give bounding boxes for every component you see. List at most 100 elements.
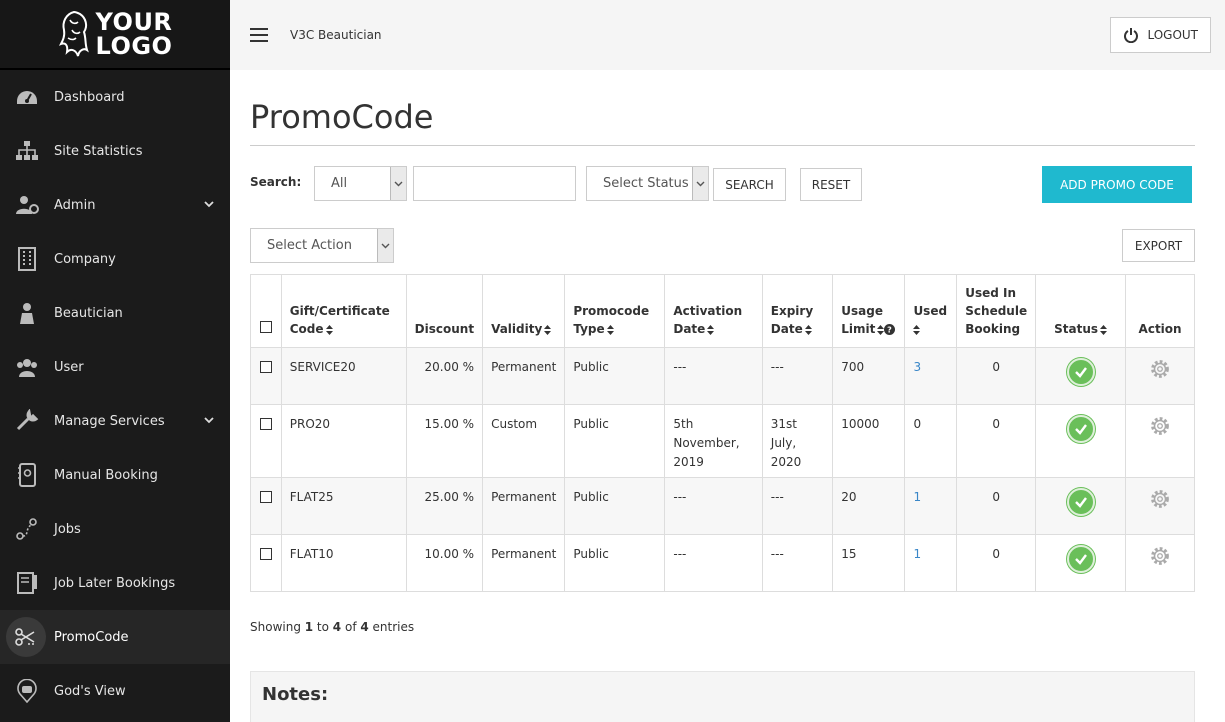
- bulk-action-select[interactable]: Select Action: [250, 228, 394, 263]
- sidebar-item-label: Dashboard: [54, 89, 125, 105]
- table-row: FLAT25 25.00 % Permanent Public --- --- …: [250, 477, 1195, 535]
- col-header-type[interactable]: Promocode Type: [564, 274, 666, 348]
- logo-line-1: YOUR: [95, 8, 173, 36]
- row-checkbox[interactable]: [259, 491, 272, 503]
- search-label: Search:: [250, 175, 302, 189]
- sidebar-item-company[interactable]: Company: [0, 232, 230, 286]
- promocode-icon: [6, 617, 46, 657]
- cell-usage-limit: 20: [832, 477, 906, 535]
- sort-icon: [606, 324, 614, 335]
- cell-type: Public: [564, 347, 666, 405]
- sidebar-item-label: Job Later Bookings: [54, 575, 176, 591]
- col-header-used[interactable]: Used: [904, 274, 958, 348]
- reset-button[interactable]: RESET: [800, 168, 862, 201]
- row-checkbox[interactable]: [259, 418, 272, 430]
- promocode-table: Gift/Certificate Code Discount Validity P…: [250, 274, 1195, 592]
- status-select[interactable]: Select Status: [586, 166, 709, 201]
- cell-used: 0: [904, 404, 958, 478]
- sidebar-item-admin[interactable]: Admin: [0, 178, 230, 232]
- cell-validity: Permanent: [482, 477, 566, 535]
- gear-icon[interactable]: [1149, 358, 1171, 380]
- sidebar-item-job-later-bookings[interactable]: Job Later Bookings: [0, 556, 230, 610]
- search-button[interactable]: SEARCH: [713, 168, 786, 201]
- notebook-icon: [14, 570, 40, 596]
- sidebar-item-user[interactable]: User: [0, 340, 230, 394]
- chevron-down-icon: [377, 229, 393, 262]
- logo-line-2: LOGO: [95, 32, 173, 60]
- status-active-icon[interactable]: [1066, 415, 1095, 443]
- export-button[interactable]: EXPORT: [1122, 229, 1195, 262]
- logout-label: LOGOUT: [1147, 28, 1198, 42]
- notes-title: Notes:: [262, 684, 329, 705]
- table-header-row: Gift/Certificate Code Discount Validity P…: [250, 274, 1195, 348]
- cell-code: SERVICE20: [280, 347, 407, 405]
- search-scope-select[interactable]: All: [314, 166, 407, 201]
- sidebar-item-promocode[interactable]: PromoCode: [0, 610, 230, 664]
- menu-toggle-icon[interactable]: [250, 28, 268, 42]
- sidebar-item-site-statistics[interactable]: Site Statistics: [0, 124, 230, 178]
- sidebar-item-beautician[interactable]: Beautician: [0, 286, 230, 340]
- gear-icon[interactable]: [1149, 415, 1171, 437]
- svg-text:?: ?: [888, 326, 893, 335]
- sidebar-item-dashboard[interactable]: Dashboard: [0, 70, 230, 124]
- status-active-icon[interactable]: [1066, 488, 1095, 516]
- cell-schedule: 0: [956, 534, 1037, 592]
- cell-code: FLAT10: [280, 534, 407, 592]
- cell-type: Public: [564, 404, 666, 478]
- sidebar-item-manual-booking[interactable]: Manual Booking: [0, 448, 230, 502]
- cell-used-link[interactable]: 3: [904, 347, 958, 405]
- cell-activation: ---: [664, 534, 763, 592]
- cell-code: FLAT25: [280, 477, 407, 535]
- cell-used-link[interactable]: 1: [904, 534, 958, 592]
- add-promo-code-button[interactable]: ADD PROMO CODE: [1042, 166, 1192, 203]
- cell-code: PRO20: [280, 404, 407, 478]
- select-all-checkbox[interactable]: [259, 321, 272, 333]
- chevron-down-icon: [390, 167, 406, 200]
- status-active-icon[interactable]: [1066, 358, 1095, 386]
- sort-icon: [877, 324, 885, 335]
- logout-button[interactable]: LOGOUT: [1110, 17, 1211, 53]
- search-input[interactable]: [413, 166, 576, 201]
- sidebar-nav: Dashboard Site Statistics Admin Company …: [0, 70, 230, 718]
- row-checkbox[interactable]: [259, 361, 272, 373]
- users-icon: [14, 354, 40, 380]
- sidebar-item-label: Manage Services: [54, 413, 165, 429]
- sidebar-item-manage-services[interactable]: Manage Services: [0, 394, 230, 448]
- status-active-icon[interactable]: [1066, 545, 1095, 573]
- gear-icon[interactable]: [1149, 545, 1171, 567]
- cell-activation: ---: [664, 347, 763, 405]
- main-content: PromoCode Search: All Select Status SEAR…: [250, 70, 1195, 722]
- col-header-code[interactable]: Gift/Certificate Code: [280, 274, 407, 348]
- bulk-action-value: Select Action: [267, 238, 352, 253]
- building-icon: [14, 246, 40, 272]
- cell-schedule: 0: [956, 477, 1037, 535]
- sidebar-item-jobs[interactable]: Jobs: [0, 502, 230, 556]
- chevron-down-icon: [204, 417, 214, 424]
- col-header-status[interactable]: Status: [1035, 274, 1127, 348]
- cell-activation: 5th November, 2019: [664, 404, 763, 478]
- cell-used-link[interactable]: 1: [904, 477, 958, 535]
- logo[interactable]: YOUR LOGO: [0, 0, 230, 70]
- col-header-usage-limit[interactable]: Usage Limit?: [832, 274, 906, 348]
- sidebar-item-gods-view[interactable]: God's View: [0, 664, 230, 718]
- sidebar: YOUR LOGO Dashboard Site Statistics Admi…: [0, 0, 230, 722]
- admin-icon: [14, 192, 40, 218]
- manual-booking-icon: [14, 462, 40, 488]
- cell-type: Public: [564, 534, 666, 592]
- cell-expiry: ---: [761, 534, 834, 592]
- cell-expiry: ---: [761, 477, 834, 535]
- col-header-expiry[interactable]: Expiry Date: [761, 274, 834, 348]
- sort-icon: [707, 324, 715, 335]
- cell-schedule: 0: [956, 404, 1037, 478]
- help-icon[interactable]: ?: [884, 324, 896, 335]
- col-header-activation[interactable]: Activation Date: [664, 274, 763, 348]
- gear-icon[interactable]: [1149, 488, 1171, 510]
- sidebar-item-label: Beautician: [54, 305, 123, 321]
- row-checkbox[interactable]: [259, 548, 272, 560]
- sort-icon: [1100, 324, 1108, 335]
- cell-usage-limit: 10000: [832, 404, 906, 478]
- dashboard-icon: [14, 84, 40, 110]
- col-header-validity[interactable]: Validity: [482, 274, 566, 348]
- cell-discount: 20.00 %: [405, 347, 484, 405]
- chevron-down-icon: [692, 167, 708, 200]
